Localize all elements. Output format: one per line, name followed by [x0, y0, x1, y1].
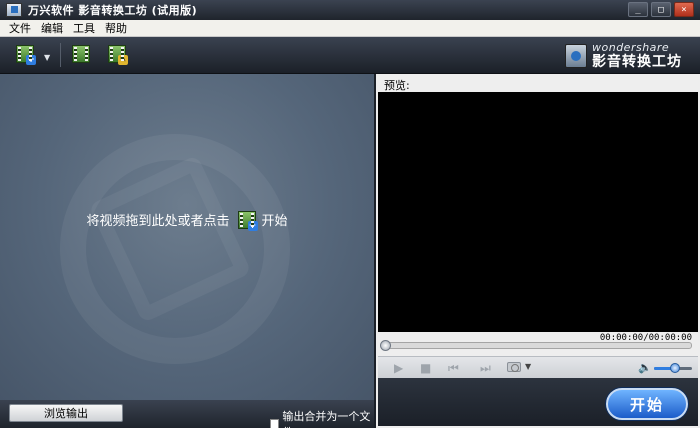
stop-button[interactable]: ■: [420, 361, 431, 375]
play-button[interactable]: ▶: [394, 361, 403, 375]
add-file-button[interactable]: [72, 45, 92, 65]
brand-name-cn: 影音转换工坊: [592, 54, 682, 70]
next-frame-button[interactable]: ⏭: [480, 361, 491, 376]
edit-video-icon: ✎: [108, 45, 128, 65]
brand-name-en: wondershare: [592, 41, 670, 54]
previous-frame-button[interactable]: ⏮: [448, 361, 459, 376]
seek-bar[interactable]: [380, 340, 692, 351]
menu-help[interactable]: 帮助: [100, 20, 132, 36]
maximize-button[interactable]: □: [651, 2, 671, 17]
toolbar-separator: [60, 43, 61, 67]
volume-icon[interactable]: 🔈: [638, 361, 652, 374]
menu-file[interactable]: 文件: [0, 20, 36, 36]
window-title: 万兴软件 影音转换工坊 (试用版): [28, 4, 198, 17]
drop-message-start: 开始: [261, 214, 288, 229]
merge-output-checkbox[interactable]: [270, 419, 280, 428]
add-video-button[interactable]: +: [16, 45, 36, 65]
volume-knob[interactable]: [669, 363, 680, 373]
menu-tools[interactable]: 工具: [68, 20, 100, 36]
wondershare-logo-icon: [565, 43, 587, 68]
browse-output-button[interactable]: 浏览输出: [9, 404, 123, 422]
app-icon: [6, 3, 22, 17]
menu-bar: 文件 编辑 工具 帮助: [0, 20, 700, 37]
add-video-icon: +: [16, 45, 36, 65]
output-bar: 浏览输出 输出合并为一个文件: [0, 400, 374, 428]
window-controls: _ □ ×: [628, 2, 694, 17]
volume-slider[interactable]: [654, 363, 692, 373]
start-bar: 开始: [378, 378, 698, 426]
merge-output-label: 输出合并为一个文件: [282, 410, 371, 428]
start-button[interactable]: 开始: [606, 388, 688, 420]
title-bar: 万兴软件 影音转换工坊 (试用版) _ □ ×: [0, 0, 700, 20]
add-video-inline-icon[interactable]: +: [237, 210, 258, 231]
edit-video-button[interactable]: ✎: [108, 45, 128, 65]
brand-logo: wondershare 影音转换工坊: [565, 42, 682, 69]
add-video-dropdown-arrow[interactable]: ▼: [44, 53, 50, 62]
close-button[interactable]: ×: [674, 2, 694, 17]
playback-controls: ▶ ■ ⏮ ⏭ ▼ 🔈: [378, 356, 698, 378]
drop-instruction: 将视频拖到此处或者点击 + 开始: [0, 210, 374, 231]
preview-label: 预览:: [384, 79, 410, 92]
preview-panel: 预览: 00:00:00/00:00:00 ▶ ■ ⏮ ⏭ ▼ 🔈 开始: [374, 74, 700, 428]
snapshot-dropdown-arrow[interactable]: ▼: [525, 362, 531, 371]
drop-message-text: 将视频拖到此处或者点击: [86, 214, 230, 229]
menu-edit[interactable]: 编辑: [36, 20, 68, 36]
toolbar: + ▼ ✎ wondershare 影音转换工坊: [0, 37, 700, 74]
file-drop-area[interactable]: 将视频拖到此处或者点击 + 开始: [0, 74, 374, 400]
seek-handle[interactable]: [380, 340, 391, 351]
add-file-icon: [72, 45, 90, 63]
snapshot-camera-icon[interactable]: [507, 362, 521, 372]
minimize-button[interactable]: _: [628, 2, 648, 17]
merge-output-option[interactable]: 输出合并为一个文件: [270, 408, 374, 428]
video-preview: [378, 92, 698, 332]
